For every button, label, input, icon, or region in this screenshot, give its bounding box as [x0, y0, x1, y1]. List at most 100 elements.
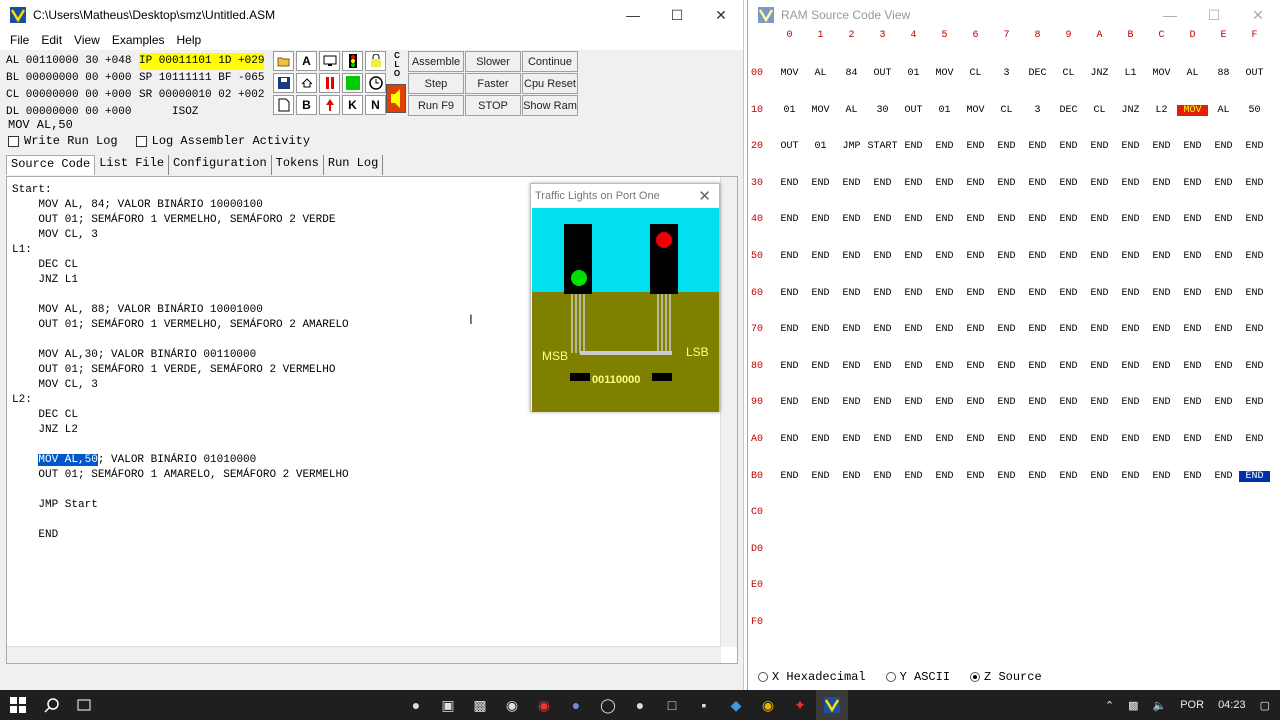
ram-cell[interactable]: CL: [991, 105, 1022, 116]
ram-cell[interactable]: 01: [805, 141, 836, 152]
ram-cell[interactable]: END: [1022, 141, 1053, 152]
ram-cell[interactable]: END: [1177, 471, 1208, 482]
ram-cell[interactable]: END: [867, 288, 898, 299]
ram-cell[interactable]: END: [929, 141, 960, 152]
ram-cell[interactable]: 3: [991, 68, 1022, 79]
ram-cell[interactable]: END: [1146, 214, 1177, 225]
maximize-button[interactable]: ☐: [1192, 0, 1236, 30]
ram-cell[interactable]: END: [1146, 324, 1177, 335]
ram-cell[interactable]: END: [1115, 471, 1146, 482]
n-button[interactable]: N: [365, 95, 386, 115]
ram-cell[interactable]: 01: [898, 68, 929, 79]
ram-cell[interactable]: END: [898, 288, 929, 299]
green-square-icon[interactable]: [342, 73, 363, 93]
assemble-button[interactable]: Assemble: [408, 51, 464, 72]
radio-source[interactable]: Z Source: [970, 670, 1042, 684]
ram-cell[interactable]: L2: [1146, 105, 1177, 116]
ram-cell[interactable]: END: [1239, 214, 1270, 225]
ram-cell[interactable]: END: [1022, 397, 1053, 408]
taskbar-app-7-icon[interactable]: ◯: [592, 690, 624, 720]
open-folder-icon[interactable]: [273, 51, 294, 71]
source-code[interactable]: Start: MOV AL, 84; VALOR BINÁRIO 1000010…: [12, 183, 349, 543]
thermometer-icon[interactable]: [319, 73, 340, 93]
write-run-log-checkbox[interactable]: Write Run Log: [8, 134, 118, 148]
taskbar-app-2-icon[interactable]: ▣: [432, 690, 464, 720]
ram-cell[interactable]: 30: [867, 105, 898, 116]
ram-cell[interactable]: END: [1146, 288, 1177, 299]
lock-icon[interactable]: [365, 51, 386, 71]
ram-cell[interactable]: END: [1022, 178, 1053, 189]
ram-cell[interactable]: END: [1177, 214, 1208, 225]
ram-cell[interactable]: END: [960, 288, 991, 299]
ram-cell[interactable]: END: [836, 178, 867, 189]
ram-cell[interactable]: END: [929, 288, 960, 299]
ram-cell[interactable]: END: [774, 361, 805, 372]
ram-cell[interactable]: END: [1022, 214, 1053, 225]
minimize-button[interactable]: —: [1148, 0, 1192, 30]
ram-cell[interactable]: END: [1053, 324, 1084, 335]
ram-cell[interactable]: END: [1177, 288, 1208, 299]
ram-cell[interactable]: END: [1084, 471, 1115, 482]
ram-cell[interactable]: MOV: [805, 105, 836, 116]
ram-cell[interactable]: END: [929, 434, 960, 445]
ram-cell[interactable]: END: [1084, 434, 1115, 445]
ram-cell[interactable]: OUT: [867, 68, 898, 79]
ram-cell[interactable]: END: [1115, 434, 1146, 445]
ram-cell[interactable]: END: [1208, 397, 1239, 408]
ram-cell[interactable]: END: [774, 178, 805, 189]
ram-cell[interactable]: END: [867, 178, 898, 189]
ram-cell[interactable]: 50: [1239, 105, 1270, 116]
ram-cell[interactable]: END: [1115, 214, 1146, 225]
ram-cell[interactable]: END: [898, 251, 929, 262]
ram-cell[interactable]: END: [1239, 434, 1270, 445]
windows-start-icon[interactable]: [0, 690, 36, 720]
k-button[interactable]: K: [342, 95, 363, 115]
ram-cell[interactable]: CL: [960, 68, 991, 79]
up-arrow-icon[interactable]: [319, 95, 340, 115]
maximize-button[interactable]: ☐: [655, 0, 699, 30]
ram-cell[interactable]: END: [898, 361, 929, 372]
ram-cell[interactable]: END: [805, 178, 836, 189]
ram-cell[interactable]: END: [1053, 397, 1084, 408]
ram-cell[interactable]: END: [1146, 434, 1177, 445]
ram-cell[interactable]: AL: [805, 68, 836, 79]
ram-cell[interactable]: END: [991, 324, 1022, 335]
ram-cell[interactable]: END: [1239, 251, 1270, 262]
ram-cell[interactable]: AL: [1177, 68, 1208, 79]
ram-cell[interactable]: L1: [1115, 68, 1146, 79]
search-icon[interactable]: [36, 690, 68, 720]
ram-cell[interactable]: END: [1177, 361, 1208, 372]
ram-cell[interactable]: END: [1239, 288, 1270, 299]
new-file-icon[interactable]: [273, 95, 294, 115]
ram-cell[interactable]: END: [960, 251, 991, 262]
horizontal-scrollbar[interactable]: [7, 646, 721, 663]
ram-cell[interactable]: END: [836, 434, 867, 445]
ram-cell[interactable]: END: [1208, 324, 1239, 335]
ram-cell[interactable]: END: [1053, 178, 1084, 189]
ram-cell[interactable]: END: [1208, 361, 1239, 372]
tab-tokens[interactable]: Tokens: [272, 155, 324, 175]
ram-cell[interactable]: END: [960, 434, 991, 445]
ram-cell[interactable]: END: [1084, 214, 1115, 225]
ram-cell[interactable]: END: [1146, 471, 1177, 482]
ram-cell[interactable]: END: [991, 141, 1022, 152]
ram-cell[interactable]: MOV: [1177, 104, 1208, 116]
ram-cell[interactable]: END: [867, 324, 898, 335]
ram-cell[interactable]: END: [1053, 214, 1084, 225]
ram-cell[interactable]: MOV: [774, 68, 805, 79]
ram-cell[interactable]: END: [867, 471, 898, 482]
slower-button[interactable]: Slower: [465, 51, 521, 72]
ram-cell[interactable]: END: [1146, 397, 1177, 408]
ram-cell[interactable]: END: [991, 178, 1022, 189]
radio-hexadecimal[interactable]: X Hexadecimal: [758, 670, 866, 684]
ram-cell[interactable]: END: [991, 214, 1022, 225]
radio-ascii[interactable]: Y ASCII: [885, 670, 950, 684]
ram-cell[interactable]: END: [1084, 324, 1115, 335]
ram-cell[interactable]: CL: [1053, 68, 1084, 79]
ram-cell[interactable]: END: [836, 471, 867, 482]
ram-cell[interactable]: END: [774, 251, 805, 262]
ram-cell[interactable]: 01: [774, 105, 805, 116]
ram-cell[interactable]: END: [836, 361, 867, 372]
ram-cell[interactable]: END: [960, 178, 991, 189]
ram-cell[interactable]: END: [805, 361, 836, 372]
